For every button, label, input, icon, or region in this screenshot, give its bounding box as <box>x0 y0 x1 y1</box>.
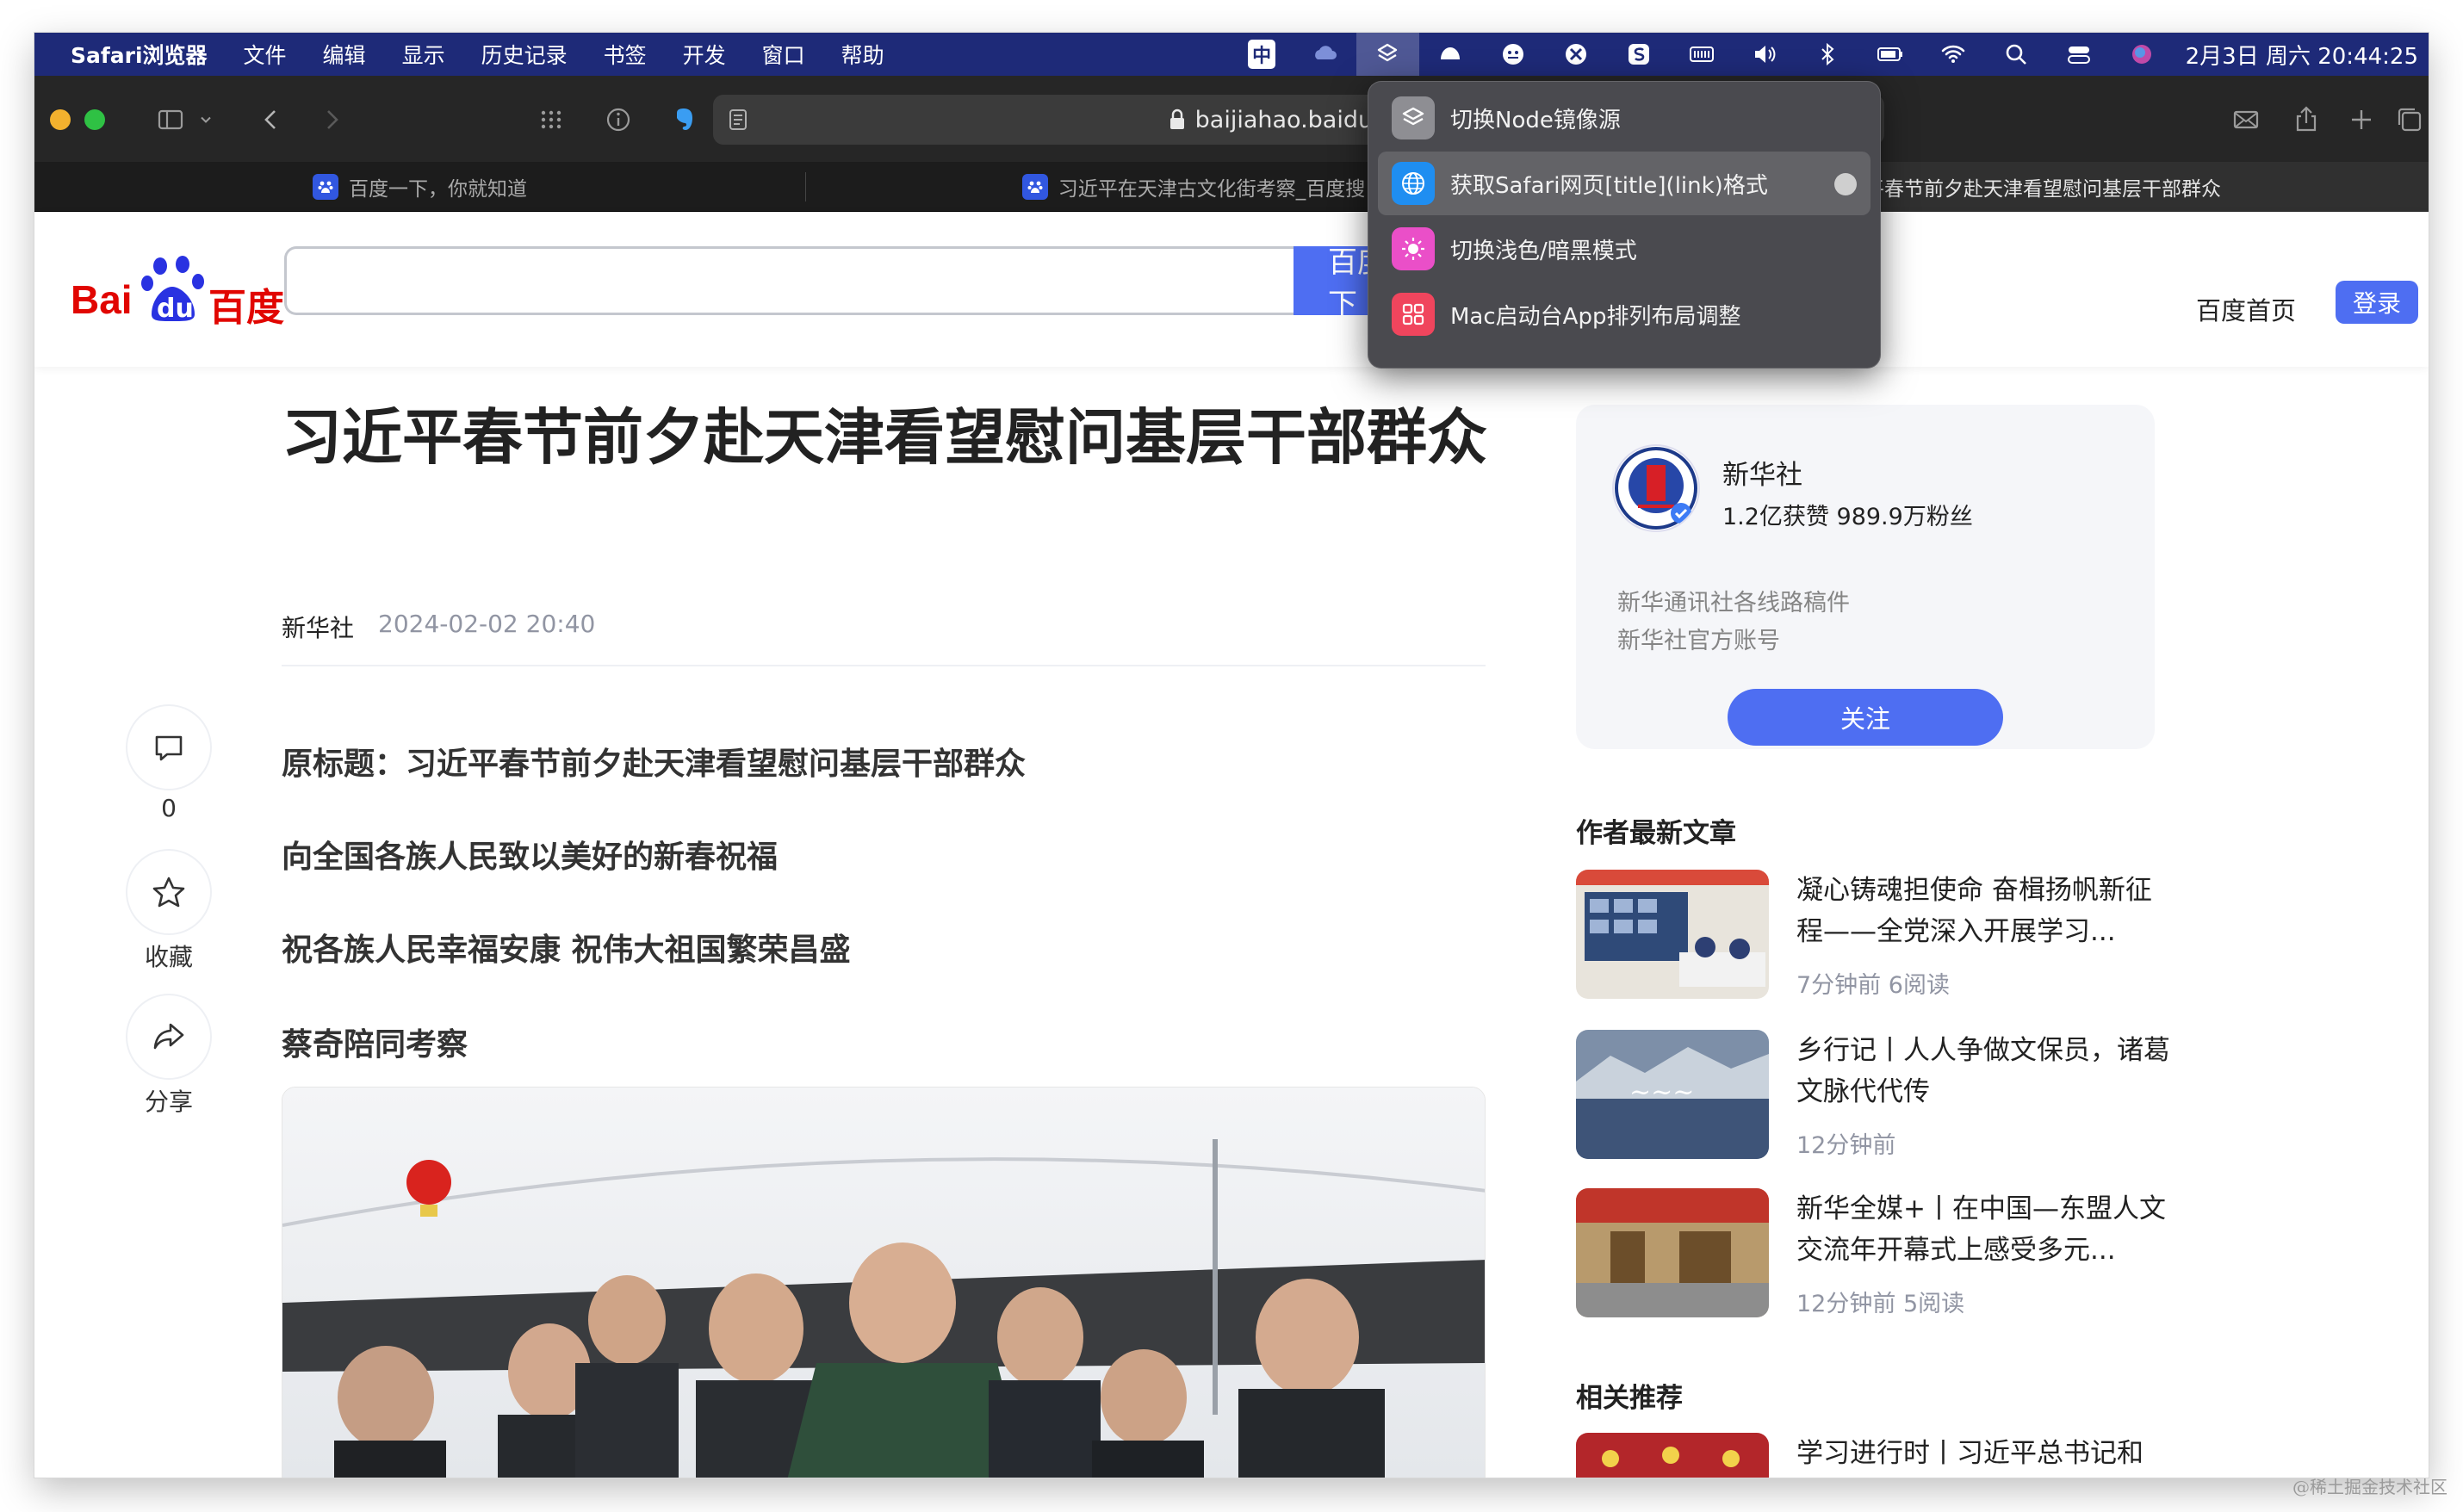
news-item[interactable]: 新华全媒+丨在中国—东盟人文交流年开幕式上感受多元... 12分钟前 5阅读 <box>1576 1188 2179 1317</box>
evernote-icon[interactable] <box>661 97 706 142</box>
favorite-button[interactable] <box>127 851 210 933</box>
bluetooth-icon[interactable] <box>1796 33 1859 76</box>
baidu-favicon-icon <box>1021 174 1048 200</box>
mail-icon[interactable] <box>2224 97 2268 142</box>
sogou-icon[interactable] <box>1608 33 1671 76</box>
star-icon <box>152 877 185 908</box>
baidu-home-link[interactable]: 百度首页 <box>2196 291 2296 327</box>
menu-item-dark-mode[interactable]: 切换浅色/暗黑模式 <box>1378 217 1871 281</box>
vpn-icon[interactable] <box>1482 33 1545 76</box>
article-paragraph: 祝各族人民幸福安康 祝伟大祖国繁荣昌盛 <box>282 933 851 968</box>
globe-icon <box>1392 162 1435 205</box>
section-title-related: 相关推荐 <box>1576 1383 1683 1414</box>
menu-help[interactable]: 帮助 <box>841 39 884 70</box>
author-name[interactable]: 新华社 <box>1722 453 1802 492</box>
svg-text:~~~: ~~~ <box>1629 1077 1694 1107</box>
menu-item-safari-link[interactable]: 获取Safari网页[title](link)格式 <box>1378 152 1871 215</box>
run-arrow-icon[interactable] <box>1834 173 1857 195</box>
clock[interactable]: 2月3日 周六 20:44:25 <box>2174 39 2429 71</box>
avatar[interactable] <box>1614 446 1698 530</box>
news-thumbnail <box>1576 1188 1769 1317</box>
tab-overview-icon[interactable] <box>2391 97 2429 142</box>
share-icon[interactable] <box>2284 97 2329 142</box>
author-description: 新华社官方账号 <box>1617 628 1780 654</box>
article-title: 习近平春节前夕赴天津看望慰问基层干部群众 <box>282 402 1487 473</box>
control-center-icon[interactable] <box>2048 33 2111 76</box>
menu-item-launchpad-layout[interactable]: Mac启动台App排列布局调整 <box>1378 282 1871 346</box>
section-title-latest: 作者最新文章 <box>1576 818 1736 849</box>
layers-icon <box>1392 96 1435 139</box>
wifi-icon[interactable] <box>1922 33 1985 76</box>
follow-button[interactable]: 关注 <box>1728 689 2003 746</box>
browser-toolbar: baijiahao.baidu.com <box>34 76 2429 162</box>
lock-icon <box>1169 108 1184 129</box>
favorite-label: 收藏 <box>144 943 193 971</box>
menu-bookmarks[interactable]: 书签 <box>604 39 647 70</box>
article-author[interactable]: 新华社 <box>282 610 354 644</box>
menu-history[interactable]: 历史记录 <box>481 39 568 70</box>
info-icon[interactable] <box>596 97 641 142</box>
author-stats: 1.2亿获赞 989.9万粉丝 <box>1722 504 1973 530</box>
search-input[interactable] <box>284 246 1395 315</box>
grid-icon <box>1392 293 1435 336</box>
brightness-icon <box>1392 227 1435 270</box>
login-button[interactable]: 登录 <box>2336 281 2418 324</box>
input-method-icon[interactable]: 中 <box>1231 33 1294 76</box>
menu-develop[interactable]: 开发 <box>683 39 726 70</box>
safari-window: Safari浏览器 文件 编辑 显示 历史记录 书签 开发 窗口 帮助 中 2月… <box>34 33 2429 1478</box>
menu-edit[interactable]: 编辑 <box>323 39 366 70</box>
article-paragraph: 向全国各族人民致以美好的新春祝福 <box>282 840 779 875</box>
news-item[interactable]: 凝心铸魂担使命 奋楫扬帆新征程——全党深入开展学习... 7分钟前 6阅读 <box>1576 870 2179 999</box>
minimize-button[interactable] <box>50 109 71 130</box>
zoom-button[interactable] <box>84 109 105 130</box>
comment-button[interactable] <box>127 706 210 789</box>
news-item[interactable]: 学习进行时丨习近平总书记和 <box>1576 1433 2179 1478</box>
battery-icon[interactable] <box>1859 33 1922 76</box>
baidu-logo[interactable]: Bai du 百度 <box>71 256 286 330</box>
app-menu[interactable]: Safari浏览器 <box>71 39 208 70</box>
article-date: 2024-02-02 20:40 <box>378 610 596 638</box>
sidebar-icon[interactable] <box>145 97 196 142</box>
chevron-down-icon[interactable] <box>193 97 219 142</box>
news-thumbnail: ~~~ <box>1576 1030 1769 1159</box>
share-arrow-icon <box>153 1023 184 1050</box>
menu-file[interactable]: 文件 <box>244 39 287 70</box>
cloud-icon[interactable] <box>1294 33 1356 76</box>
divider <box>282 665 1486 666</box>
share-button[interactable] <box>127 995 210 1078</box>
article-paragraph: 蔡奇陪同考察 <box>282 1027 468 1063</box>
article-paragraph: 原标题：习近平春节前夕赴天津看望慰问基层干部群众 <box>282 747 1027 782</box>
comment-count: 0 <box>161 794 177 822</box>
watermark: @稀土掘金技术社区 <box>2292 1477 2447 1497</box>
byline: 新华社 2024-02-02 20:40 <box>282 610 595 644</box>
menu-view[interactable]: 显示 <box>402 39 445 70</box>
news-thumbnail <box>1576 1433 1769 1478</box>
siri-icon[interactable] <box>2111 33 2174 76</box>
shortcuts-icon[interactable] <box>1356 33 1419 76</box>
menu-window[interactable]: 窗口 <box>762 39 805 70</box>
app-icon[interactable] <box>1419 33 1482 76</box>
volume-icon[interactable] <box>1734 33 1796 76</box>
article-photo <box>282 1087 1486 1478</box>
xcode-icon[interactable] <box>1545 33 1608 76</box>
author-description: 新华通讯社各线路稿件 <box>1617 590 1850 617</box>
baidu-header: Bai du 百度 百度一下 百度首页 登录 <box>34 212 2429 367</box>
shortcuts-menu: 切换Node镜像源 获取Safari网页[title](link)格式 切换浅色… <box>1368 81 1881 369</box>
tab-baidu-home[interactable]: 百度一下，你就知道 <box>34 162 805 212</box>
news-item[interactable]: ~~~ 乡行记丨人人争做文保员，诸葛文脉代代传 12分钟前 <box>1576 1030 2179 1159</box>
back-icon[interactable] <box>250 97 293 142</box>
battery-meter-icon[interactable] <box>1671 33 1734 76</box>
grid-apps-icon[interactable] <box>529 97 574 142</box>
forward-icon[interactable] <box>310 97 353 142</box>
spotlight-icon[interactable] <box>1985 33 2048 76</box>
author-card: 新华社 1.2亿获赞 989.9万粉丝 新华通讯社各线路稿件 新华社官方账号 关… <box>1576 405 2155 749</box>
menu-item-node-mirror[interactable]: 切换Node镜像源 <box>1378 86 1871 150</box>
baidu-favicon-icon <box>313 174 338 200</box>
new-tab-icon[interactable] <box>2339 97 2384 142</box>
tab-bar: 百度一下，你就知道 习近平在天津古文化街考察_百度搜 习近平春节前夕赴天津看望慰… <box>34 162 2429 212</box>
news-thumbnail <box>1576 870 1769 999</box>
share-label: 分享 <box>144 1088 193 1116</box>
menu-bar: Safari浏览器 文件 编辑 显示 历史记录 书签 开发 窗口 帮助 中 2月… <box>34 33 2429 76</box>
comment-icon <box>155 735 183 761</box>
